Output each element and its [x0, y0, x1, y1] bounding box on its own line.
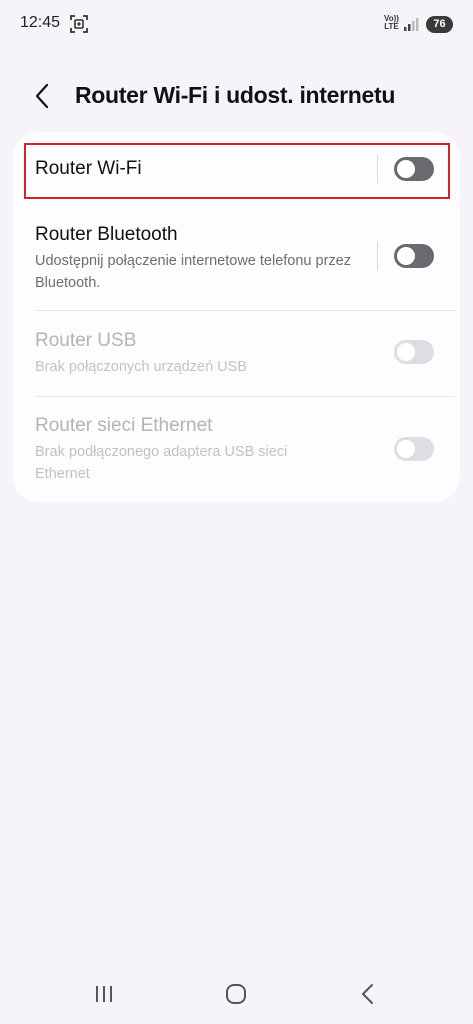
- toggle-knob: [397, 343, 415, 361]
- status-bar: 12:45 Vo)) LTE 76: [0, 0, 473, 48]
- navigation-bar: [0, 964, 473, 1024]
- volte-line2: LTE: [384, 22, 399, 31]
- volte-indicator: Vo)) LTE: [384, 15, 399, 31]
- highlight-box: [24, 143, 450, 199]
- recent-apps-icon[interactable]: [90, 980, 118, 1008]
- toggle-knob: [397, 440, 415, 458]
- toggle-knob: [397, 247, 415, 265]
- row-router-ethernet-title: Router sieci Ethernet: [35, 415, 213, 436]
- battery-indicator: 76: [426, 16, 453, 33]
- signal-icon: [404, 18, 419, 31]
- row-router-ethernet: Router sieci Ethernet Brak podłączonego …: [13, 398, 460, 494]
- page-title: Router Wi-Fi i udost. internetu: [75, 82, 396, 108]
- home-icon[interactable]: [222, 980, 250, 1008]
- row-router-bluetooth-title: Router Bluetooth: [35, 224, 178, 245]
- row-router-ethernet-subtitle: Brak podłączonego adaptera USB sieci Eth…: [35, 444, 288, 482]
- header: Router Wi-Fi i udost. internetu: [0, 72, 473, 120]
- row-router-usb: Router USB Brak połączonych urządzeń USB: [13, 312, 460, 392]
- router-bluetooth-toggle[interactable]: [394, 244, 434, 268]
- row-router-usb-title: Router USB: [35, 330, 137, 351]
- status-time: 12:45: [20, 14, 61, 31]
- toggle-separator: [377, 242, 378, 270]
- back-arrow-icon[interactable]: [30, 82, 54, 110]
- row-router-usb-subtitle: Brak połączonych urządzeń USB: [35, 359, 247, 375]
- router-ethernet-toggle: [394, 437, 434, 461]
- screenshot-icon: [70, 15, 88, 33]
- row-router-bluetooth-subtitle: Udostępnij połączenie internetowe telefo…: [35, 253, 351, 291]
- divider: [35, 396, 455, 397]
- divider: [35, 310, 455, 311]
- nav-back-icon[interactable]: [354, 980, 382, 1008]
- router-usb-toggle: [394, 340, 434, 364]
- row-router-bluetooth[interactable]: Router Bluetooth Udostępnij połączenie i…: [13, 212, 460, 306]
